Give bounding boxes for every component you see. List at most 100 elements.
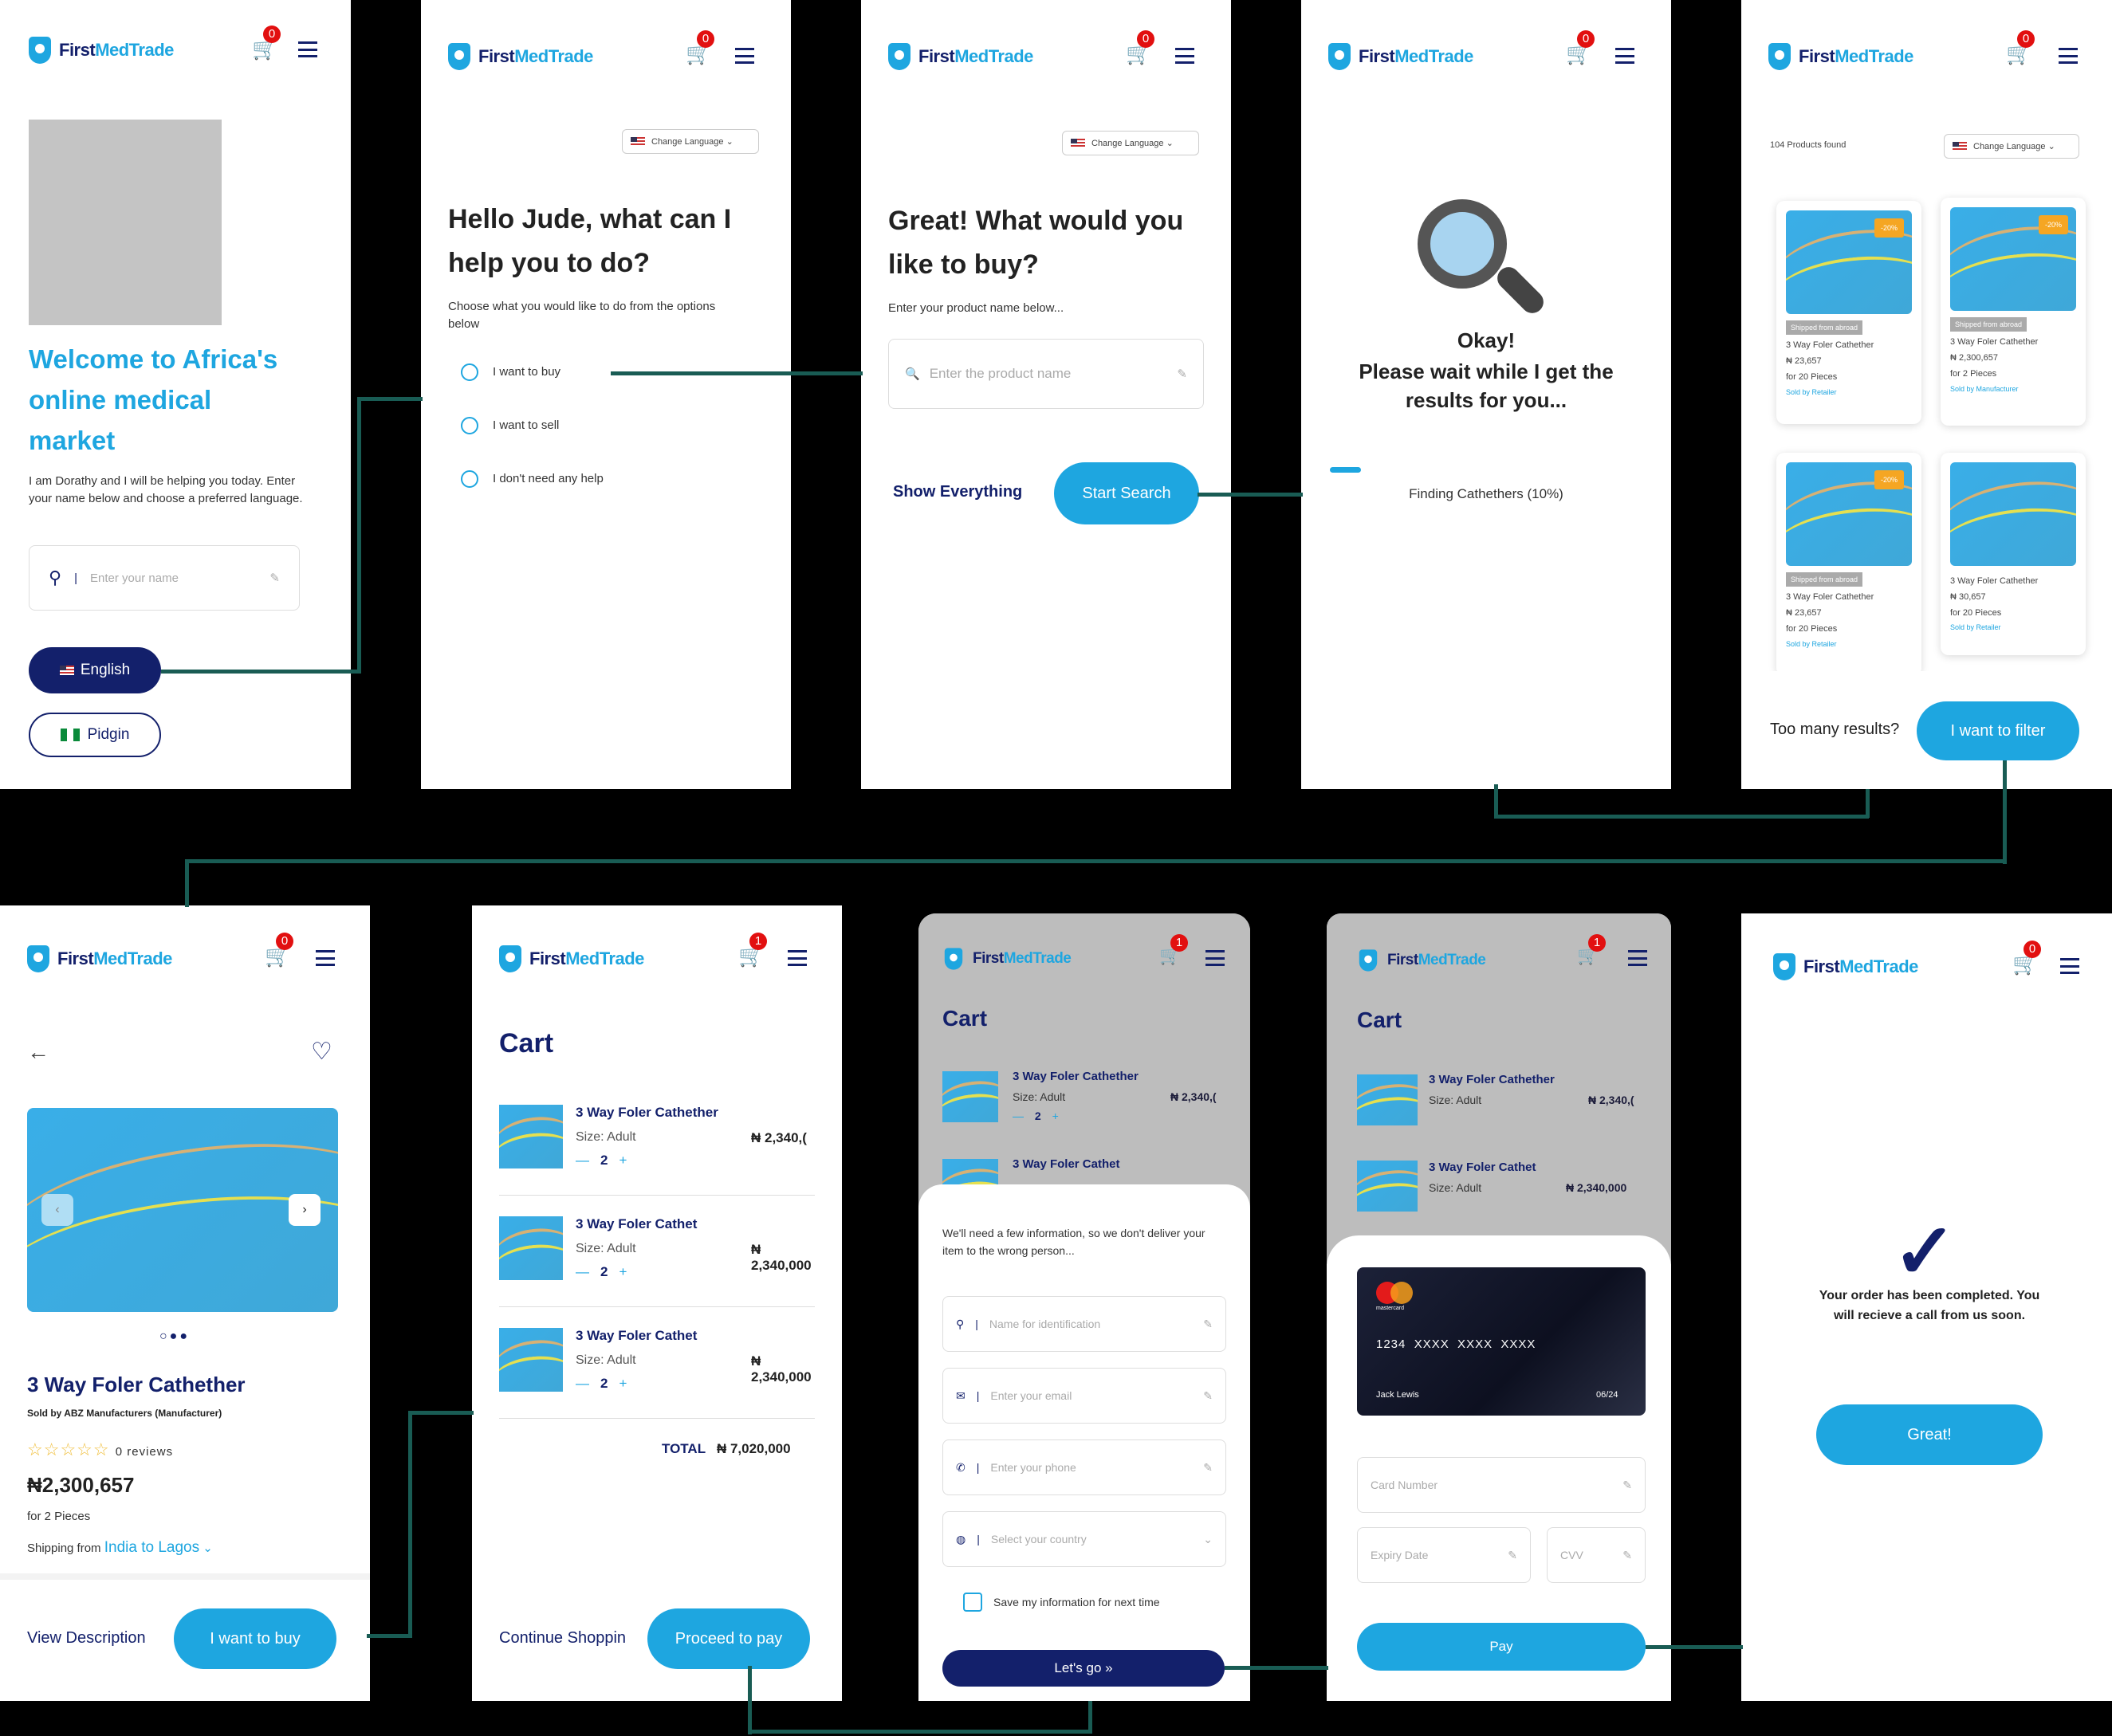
shipping-info[interactable]: Shipping from India to Lagos ⌄	[27, 1537, 213, 1559]
lang-label: Change Language	[651, 137, 724, 147]
brand-med: MedTrade	[514, 46, 593, 66]
logo[interactable]: FirstMedTrade	[942, 945, 1072, 972]
carousel-dots[interactable]: ○●●	[159, 1329, 190, 1344]
option-buy[interactable]: I want to buy	[461, 363, 560, 382]
menu-icon[interactable]	[788, 950, 807, 966]
logo[interactable]: FirstMedTrade	[499, 945, 644, 972]
option-sell[interactable]: I want to sell	[461, 417, 559, 435]
expiry-field[interactable]: Expiry Date ✎	[1357, 1527, 1531, 1583]
item-price: ₦ 2,340,(	[1588, 1094, 1634, 1106]
pidgin-label: Pidgin	[87, 726, 130, 743]
logo[interactable]: FirstMedTrade	[1768, 43, 1913, 70]
option-no-help[interactable]: I don't need any help	[461, 470, 604, 489]
cart-icon[interactable]: 🛒 0	[252, 26, 281, 61]
product-card[interactable]: 3 Way Foler Cathether ₦ 30,657 for 20 Piec…	[1941, 453, 2086, 655]
cart-item[interactable]: 3 Way Foler Cathet Size: Adult ₦ 2,340,0…	[499, 1328, 815, 1408]
save-info-checkbox[interactable]: Save my information for next time	[963, 1593, 1160, 1612]
lang-label: Change Language	[1973, 142, 2046, 151]
menu-icon[interactable]	[735, 48, 754, 64]
cart-icon[interactable]: 🛒 0	[265, 933, 293, 968]
menu-icon[interactable]	[1175, 48, 1194, 64]
total-label: TOTAL	[662, 1441, 706, 1456]
cart-icon[interactable]: 🛒 0	[2006, 30, 2035, 66]
us-flag-icon	[59, 665, 74, 675]
row-divider	[499, 1418, 815, 1419]
continue-shopping-link[interactable]: Continue Shoppin	[499, 1629, 626, 1648]
screen-info-sheet: FirstMedTrade 🛒 1 Cart 3 Way Foler Cathet…	[918, 913, 1250, 1701]
cvv-field[interactable]: CVV ✎	[1547, 1527, 1646, 1583]
brand-first: First	[529, 949, 566, 968]
buy-button[interactable]: I want to buy	[174, 1608, 336, 1669]
menu-icon[interactable]	[298, 41, 317, 57]
pidgin-button[interactable]: Pidgin	[29, 713, 161, 757]
logo[interactable]: FirstMedTrade	[1773, 953, 1918, 980]
cart-icon[interactable]: 🛒 0	[2012, 941, 2041, 976]
user-icon: ⚲	[49, 568, 62, 587]
cart-icon[interactable]: 🛒 1	[1159, 934, 1188, 966]
next-arrow-icon[interactable]: ›	[289, 1194, 321, 1226]
rating-stars[interactable]: ☆☆☆☆☆ 0 reviews	[27, 1439, 173, 1460]
prev-arrow-icon[interactable]: ‹	[41, 1194, 73, 1226]
cart-item[interactable]: 3 Way Foler Cathet Size: Adult ₦ 2,340,0…	[499, 1216, 815, 1296]
cart-item[interactable]: 3 Way Foler Cathether Size: Adult ₦ 2,34…	[499, 1105, 815, 1184]
menu-icon[interactable]	[2059, 48, 2078, 64]
cart-icon[interactable]: 🛒 0	[686, 30, 714, 66]
name-field[interactable]: ⚲ | Name for identification ✎	[942, 1296, 1226, 1352]
flow-connector	[2003, 760, 2007, 864]
cart-icon[interactable]: 🛒 1	[738, 933, 767, 968]
show-everything-link[interactable]: Show Everything	[893, 483, 1022, 501]
logo[interactable]: FirstMedTrade	[888, 43, 1033, 70]
lets-go-button[interactable]: Let's go »	[942, 1650, 1225, 1687]
menu-icon[interactable]	[316, 950, 335, 966]
header: FirstMedTrade 🛒 0	[1741, 0, 2112, 104]
cart-icon[interactable]: 🛒 1	[1577, 934, 1606, 966]
logo[interactable]: FirstMedTrade	[1357, 947, 1486, 974]
logo[interactable]: FirstMedTrade	[448, 43, 593, 70]
qty-stepper[interactable]: —2 +	[576, 1153, 627, 1168]
menu-icon[interactable]	[2060, 958, 2079, 974]
qty-stepper[interactable]: — 2 +	[1013, 1110, 1059, 1122]
email-field[interactable]: ✉ | Enter your email ✎	[942, 1368, 1226, 1424]
menu-icon[interactable]	[1205, 950, 1225, 966]
name-input[interactable]: ⚲ | Enter your name ✎	[29, 545, 300, 611]
view-description-link[interactable]: View Description	[27, 1629, 146, 1648]
product-card[interactable]: -20% Shipped from abroad 3 Way Foler Cathe…	[1776, 201, 1921, 424]
product-card[interactable]: -20% Shipped from abroad 3 Way Foler Cathe…	[1941, 198, 2086, 426]
menu-icon[interactable]	[1628, 950, 1647, 966]
heart-icon[interactable]: ♡	[311, 1038, 332, 1066]
logo[interactable]: FirstMedTrade	[27, 945, 172, 972]
logo[interactable]: FirstMedTrade	[1328, 43, 1473, 70]
pay-button[interactable]: Pay	[1357, 1623, 1646, 1671]
intro-text: I am Dorathy and I will be helping you t…	[29, 474, 303, 505]
change-language-select[interactable]: Change Language ⌄	[622, 129, 759, 155]
brand-first: First	[57, 949, 94, 968]
back-arrow-icon[interactable]: ←	[27, 1039, 49, 1065]
qty-stepper[interactable]: —2 +	[576, 1376, 627, 1392]
logo[interactable]: FirstMedTrade	[29, 37, 174, 64]
country-select[interactable]: ◍ | Select your country ⌄	[942, 1511, 1226, 1567]
cart-icon[interactable]: 🛒 0	[1566, 30, 1595, 66]
cart-badge: 1	[749, 933, 767, 950]
phone-field[interactable]: ✆ | Enter your phone ✎	[942, 1439, 1226, 1495]
shield-icon	[888, 43, 910, 70]
qty-stepper[interactable]: —2 +	[576, 1264, 627, 1280]
product-card[interactable]: -20% Shipped from abroad 3 Way Foler Cathe…	[1776, 453, 1921, 676]
start-search-button[interactable]: Start Search	[1054, 462, 1199, 524]
item-title: 3 Way Foler Cathether	[1429, 1073, 1555, 1086]
sold-by: Sold by Retailer	[1786, 387, 1837, 396]
product-search-input[interactable]: 🔍 Enter the product name ✎	[888, 339, 1204, 409]
change-language-select[interactable]: Change Language ⌄	[1944, 134, 2079, 159]
great-button[interactable]: Great!	[1816, 1404, 2043, 1465]
card-number-field[interactable]: Card Number ✎	[1357, 1457, 1646, 1513]
brand-first: First	[59, 40, 96, 60]
change-language-select[interactable]: Change Language ⌄	[1062, 131, 1199, 156]
screen-product: FirstMedTrade 🛒 0 ← ♡ ‹ › ○●● 3 Way Foler…	[0, 905, 370, 1701]
cart-icon[interactable]: 🛒 0	[1126, 30, 1154, 66]
screen-success: FirstMedTrade 🛒 0 ✓ Your order has been c…	[1741, 913, 2112, 1701]
english-button[interactable]: English	[29, 647, 161, 693]
filter-button[interactable]: I want to filter	[1917, 701, 2079, 760]
menu-icon[interactable]	[1615, 48, 1634, 64]
proceed-button[interactable]: Proceed to pay	[647, 1608, 810, 1669]
mail-icon: ✉	[956, 1388, 966, 1402]
shield-icon	[29, 37, 51, 64]
